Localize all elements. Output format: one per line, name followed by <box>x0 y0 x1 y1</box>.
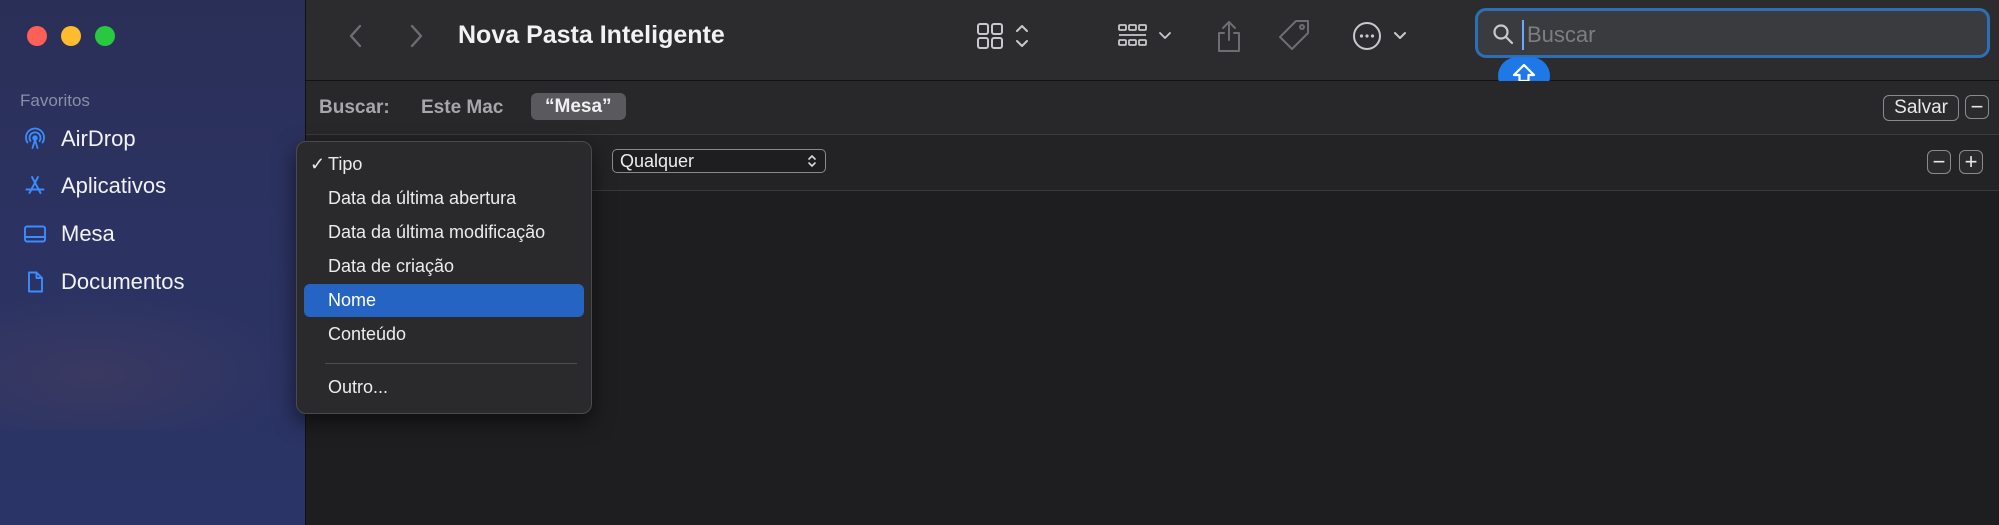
view-grid-icon <box>977 23 1028 49</box>
menu-item-name[interactable]: Nome <box>304 284 584 317</box>
menu-item-label: Nome <box>328 290 377 310</box>
group-icon <box>1118 24 1171 46</box>
criteria-value: Qualquer <box>620 150 695 171</box>
menu-item-label: Data da última abertura <box>328 188 517 208</box>
menu-item-label: Outro... <box>328 377 389 397</box>
sidebar-item-airdrop[interactable]: AirDrop <box>22 122 136 156</box>
more-actions-button[interactable] <box>1351 18 1417 54</box>
menu-item-last-opened[interactable]: Data da última abertura <box>304 182 584 215</box>
toolbar: Nova Pasta Inteligente <box>306 0 1999 81</box>
share-icon <box>1218 21 1240 52</box>
sidebar-item-label: Aplicativos <box>61 173 167 198</box>
sidebar: Favoritos AirDrop Aplicativos Mesa Docum… <box>0 0 306 525</box>
close-window-button[interactable] <box>27 26 47 46</box>
checkmark-icon: ✓ <box>310 154 326 174</box>
search-scope-bar: Buscar: Este Mac “Mesa” Salvar − <box>306 81 1999 135</box>
menu-item-label: Conteúdo <box>328 324 407 344</box>
zoom-window-button[interactable] <box>95 26 115 46</box>
group-button[interactable] <box>1117 18 1181 54</box>
remove-search-button[interactable]: − <box>1965 95 1989 119</box>
menu-item-created[interactable]: Data de criação <box>304 250 584 283</box>
scope-option-mesa[interactable]: “Mesa” <box>531 93 626 120</box>
desktop-icon <box>22 221 48 247</box>
add-criterion-button[interactable]: + <box>1959 150 1983 174</box>
back-icon <box>349 24 362 48</box>
sidebar-item-label: Mesa <box>61 221 115 246</box>
menu-item-label: Data da última modificação <box>328 222 546 242</box>
updown-chevron-icon <box>808 155 816 167</box>
criteria-value-popup[interactable]: Qualquer <box>612 149 826 173</box>
scope-option-this-mac[interactable]: Este Mac <box>421 97 503 119</box>
sidebar-wallpaper-shadow <box>0 290 305 430</box>
minimize-window-button[interactable] <box>61 26 81 46</box>
menu-item-tipo[interactable]: ✓ Tipo <box>304 148 584 181</box>
menu-item-other[interactable]: Outro... <box>304 371 584 404</box>
forward-icon <box>410 24 423 48</box>
share-button[interactable] <box>1214 18 1244 54</box>
sidebar-item-documents[interactable]: Documentos <box>22 265 185 299</box>
menu-item-label: Data de criação <box>328 256 455 276</box>
airdrop-icon <box>22 126 48 152</box>
search-icon <box>1493 24 1514 45</box>
menu-item-label: Tipo <box>328 154 363 174</box>
menu-item-contents[interactable]: Conteúdo <box>304 318 584 351</box>
sidebar-item-label: AirDrop <box>61 126 136 151</box>
search-input[interactable] <box>1522 20 1979 50</box>
tag-icon <box>1279 20 1309 50</box>
more-icon <box>1353 22 1406 50</box>
back-button[interactable] <box>342 22 370 50</box>
menu-item-last-modified[interactable]: Data da última modificação <box>304 216 584 249</box>
scope-label: Buscar: <box>319 97 390 118</box>
attribute-menu: ✓ Tipo Data da última abertura Data da ú… <box>296 141 592 414</box>
document-icon <box>22 269 48 295</box>
tag-button[interactable] <box>1277 18 1313 54</box>
sidebar-item-label: Documentos <box>61 269 185 294</box>
window-title: Nova Pasta Inteligente <box>458 21 725 49</box>
sidebar-section-favorites: Favoritos <box>20 91 90 110</box>
forward-button[interactable] <box>402 22 430 50</box>
sidebar-item-desktop[interactable]: Mesa <box>22 217 115 251</box>
remove-criterion-button[interactable]: − <box>1927 150 1951 174</box>
applications-icon <box>22 173 48 199</box>
save-button[interactable]: Salvar <box>1883 95 1959 121</box>
view-mode-button[interactable] <box>977 18 1039 54</box>
menu-separator <box>325 363 577 364</box>
search-field[interactable] <box>1475 8 1990 58</box>
sidebar-item-applications[interactable]: Aplicativos <box>22 169 166 203</box>
